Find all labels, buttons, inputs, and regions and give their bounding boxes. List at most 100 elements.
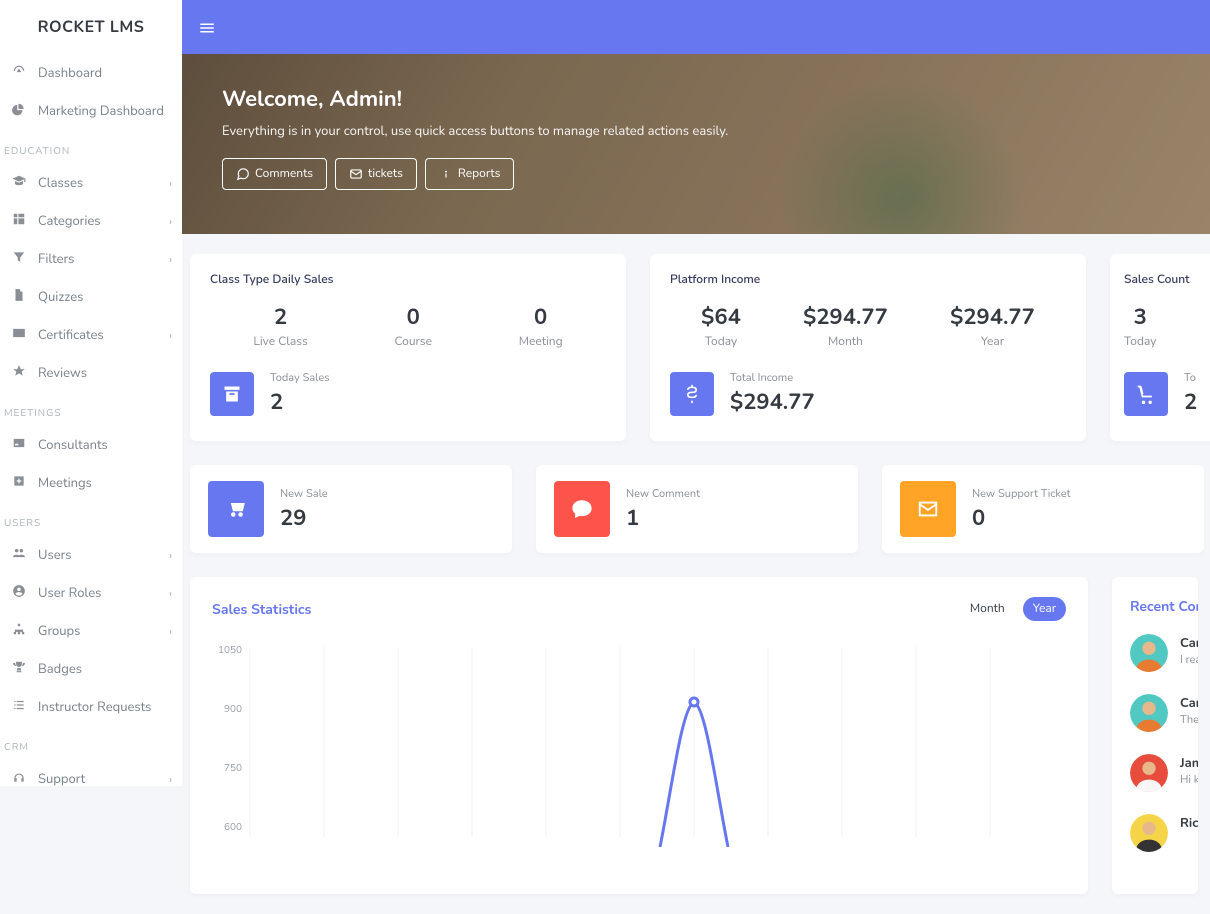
sidebar-item-meetings[interactable]: Meetings [0,464,182,502]
avatar [1130,694,1168,732]
sidebar-item-support[interactable]: Support› [0,760,182,786]
sidebar-item-categories[interactable]: Categories› [0,202,182,240]
comment-icon [554,481,610,537]
stat-today: 3 Today [1124,302,1156,350]
file-icon [12,288,38,307]
hero-reports-button[interactable]: Reports [425,158,515,190]
stat-label: Live Class [253,334,307,350]
sidebar-item-consultants[interactable]: Consultants [0,426,182,464]
archive-icon [210,372,254,416]
mini-card-value: 0 [972,503,1070,533]
topbar [182,0,1210,54]
trophy-icon [12,660,38,679]
graduation-icon [12,174,38,193]
stat-value: $64 [701,302,741,332]
sidebar-item-certificates[interactable]: Certificates› [0,316,182,354]
sidebar-group-education: EDUCATION [0,130,182,164]
recent-comment-item[interactable]: CarI rea [1130,634,1180,672]
comment-author: Car [1180,634,1198,652]
welcome-hero: Welcome, Admin! Everything is in your co… [182,54,1210,234]
recent-comments-card: Recent Com CarI rea CarThe JamHi k Ric [1112,577,1198,894]
recent-comments-title: Recent Com [1130,597,1180,616]
stat-value: 0 [395,302,432,332]
sidebar-item-filters[interactable]: Filters› [0,240,182,278]
comment-author: Ric [1180,814,1198,832]
stat-label: Meeting [519,334,563,350]
stat-label: Today [1124,334,1156,350]
hero-tickets-button[interactable]: tickets [335,158,417,190]
sidebar-item-label: Certificates [38,326,172,344]
sales-count-total-label: To [1184,370,1197,385]
chart-range-month[interactable]: Month [960,597,1015,621]
sidebar-item-users[interactable]: Users› [0,536,182,574]
mini-card-new-support-ticket[interactable]: New Support Ticket 0 [882,465,1204,553]
sidebar-item-label: Categories [38,212,172,230]
svg-text:750: 750 [224,761,242,775]
stat-label: Month [803,334,888,350]
sales-count-total-value: 2 [1184,387,1197,417]
recent-comment-item[interactable]: CarThe [1130,694,1180,732]
chevron-right-icon: › [169,624,172,639]
sidebar-item-classes[interactable]: Classes› [0,164,182,202]
sidebar-item-quizzes[interactable]: Quizzes [0,278,182,316]
sidebar-item-label: Support [38,770,172,786]
recent-comment-item[interactable]: JamHi k [1130,754,1180,792]
platform-income-title: Platform Income [670,272,1066,288]
sidebar-item-groups[interactable]: Groups› [0,612,182,650]
dollar-icon [670,372,714,416]
brand-logo[interactable]: ROCKET LMS [0,0,182,54]
stat-year: $294.77Year [950,302,1035,350]
chart-peak-point [690,698,698,706]
chart-range-year[interactable]: Year [1023,597,1066,621]
star-icon [12,364,38,383]
menu-toggle-icon[interactable] [198,15,216,39]
stat-month: $294.77Month [803,302,888,350]
sales-statistics-card: Sales Statistics Month Year [190,577,1088,894]
envelope-icon [349,167,363,181]
credit-icon [12,326,38,345]
stat-today: $64Today [701,302,741,350]
sidebar-item-user-roles[interactable]: User Roles› [0,574,182,612]
comment-author: Car [1180,694,1198,712]
mini-card-new-sale[interactable]: New Sale29 [190,465,512,553]
mini-card-new-comment[interactable]: New Comment1 [536,465,858,553]
stat-value: 3 [1124,302,1156,332]
sidebar-item-marketing-dashboard[interactable]: Marketing Dashboard [0,92,182,130]
sidebar-item-label: Filters [38,250,172,268]
sidebar-item-badges[interactable]: Badges [0,650,182,688]
class-type-total-value: 2 [270,387,330,417]
sidebar-item-label: Instructor Requests [38,698,172,716]
sidebar-item-label: Marketing Dashboard [38,102,172,120]
sidebar-item-label: Reviews [38,364,172,382]
svg-text:600: 600 [224,820,242,834]
sidebar-item-label: Dashboard [38,64,172,82]
stat-label: Year [950,334,1035,350]
sitemap-icon [12,622,38,641]
platform-total-label: Total Income [730,370,815,385]
avatar [1130,754,1168,792]
user-circle-icon [12,584,38,603]
hero-comments-button[interactable]: Comments [222,158,327,190]
th-icon [12,212,38,231]
stat-value: 0 [519,302,563,332]
sales-count-title: Sales Count [1124,272,1202,288]
mini-card-label: New Support Ticket [972,486,1070,501]
class-type-title: Class Type Daily Sales [210,272,606,288]
sidebar-item-label: Users [38,546,172,564]
class-type-card: Class Type Daily Sales 2Live Class0Cours… [190,254,626,441]
class-type-total-label: Today Sales [270,370,330,385]
chevron-right-icon: › [169,214,172,229]
platform-income-card: Platform Income $64Today $294.77Month $294… [650,254,1086,441]
avatar [1130,814,1168,852]
stat-meeting: 0 Meeting [519,302,563,350]
envelope-icon [900,481,956,537]
recent-comment-item[interactable]: Ric [1130,814,1180,852]
sidebar-group-crm: CRM [0,726,182,760]
sidebar-item-label: User Roles [38,584,172,602]
comment-author: Jam [1180,754,1198,772]
sidebar-item-reviews[interactable]: Reviews [0,354,182,392]
cart-icon [1124,372,1168,416]
chevron-right-icon: › [169,586,172,601]
sidebar-item-dashboard[interactable]: Dashboard [0,54,182,92]
sidebar-item-instructor-requests[interactable]: Instructor Requests [0,688,182,726]
